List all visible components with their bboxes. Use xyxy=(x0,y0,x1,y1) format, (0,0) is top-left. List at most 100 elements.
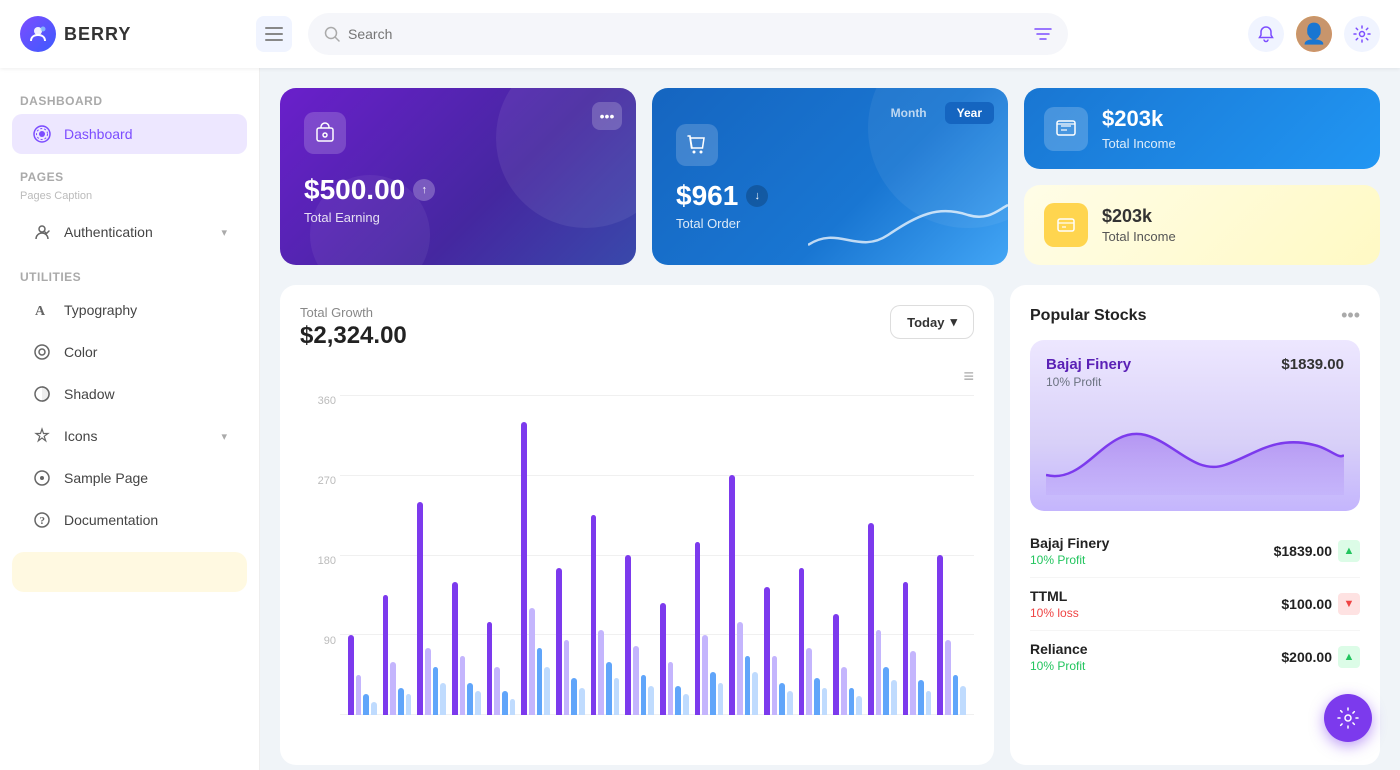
bottom-section: Total Growth $2,324.00 Today ▾ ≡ 360 270… xyxy=(280,285,1380,765)
reliance-profit: 10% Profit xyxy=(1030,659,1088,673)
today-button[interactable]: Today ▾ xyxy=(890,305,974,339)
bar-blue-8 xyxy=(641,675,647,715)
documentation-icon: ? xyxy=(32,510,52,530)
header: BERRY xyxy=(0,0,1400,68)
bar-purple-9 xyxy=(660,603,666,715)
bar-light-blue-0 xyxy=(371,702,377,715)
bar-purple-17 xyxy=(937,555,943,715)
income-top-info: $203k Total Income xyxy=(1102,106,1176,151)
bar-purple-6 xyxy=(556,568,562,715)
bar-purple-3 xyxy=(452,582,458,715)
y-axis-labels: 360 270 180 90 xyxy=(300,395,336,715)
bar-purple-5 xyxy=(521,422,527,715)
bajaj-profit: 10% Profit xyxy=(1030,553,1109,567)
reliance-value: $200.00 xyxy=(1281,649,1332,665)
bar-light-blue-17 xyxy=(960,686,966,715)
avatar-image xyxy=(1296,16,1332,52)
sidebar-item-icons[interactable]: Icons ▾ xyxy=(12,416,247,456)
sidebar-item-shadow[interactable]: Shadow xyxy=(12,374,247,414)
bar-blue-3 xyxy=(467,683,473,715)
bar-light-blue-9 xyxy=(683,694,689,715)
order-toggle-month[interactable]: Month xyxy=(879,102,939,124)
bar-purple-14 xyxy=(833,614,839,715)
stocks-title: Popular Stocks xyxy=(1030,307,1146,325)
authentication-icon xyxy=(32,222,52,242)
bajaj-trend-icon: ▲ xyxy=(1338,540,1360,562)
bar-blue-0 xyxy=(363,694,369,715)
bar-light-blue-8 xyxy=(648,686,654,715)
search-area xyxy=(308,13,1068,55)
earning-menu-button[interactable]: ••• xyxy=(592,102,622,130)
chart-menu-icon[interactable]: ≡ xyxy=(300,366,974,387)
order-amount: $961 xyxy=(676,180,738,212)
income-top-label: Total Income xyxy=(1102,136,1176,151)
bar-purple-2 xyxy=(417,502,423,715)
chart-title-area: Total Growth $2,324.00 xyxy=(300,305,407,350)
stock-list-item-bajaj[interactable]: Bajaj Finery 10% Profit $1839.00 ▲ xyxy=(1030,525,1360,578)
fab-button[interactable] xyxy=(1324,694,1372,742)
icons-label: Icons xyxy=(64,428,97,444)
color-icon xyxy=(32,342,52,362)
bar-light-blue-12 xyxy=(787,691,793,715)
sidebar-item-sample-page[interactable]: Sample Page xyxy=(12,458,247,498)
earning-icon-btn[interactable] xyxy=(304,112,346,154)
bar-purple-8 xyxy=(625,555,631,715)
order-toggle-year[interactable]: Year xyxy=(945,102,994,124)
bar-blue-7 xyxy=(606,662,612,715)
bar-light-blue-6 xyxy=(579,688,585,715)
notification-button[interactable] xyxy=(1248,16,1284,52)
bar-light-blue-4 xyxy=(510,699,516,715)
ttml-loss: 10% loss xyxy=(1030,606,1079,620)
reliance-name: Reliance xyxy=(1030,641,1088,657)
stocks-header: Popular Stocks ••• xyxy=(1030,305,1360,326)
icons-icon xyxy=(32,426,52,446)
y-label-270: 270 xyxy=(300,475,336,487)
bar-group-7 xyxy=(591,515,620,715)
bar-blue-14 xyxy=(849,688,855,715)
ttml-value: $100.00 xyxy=(1281,596,1332,612)
bar-blue-4 xyxy=(502,691,508,715)
search-input[interactable] xyxy=(348,26,1026,42)
bar-blue-17 xyxy=(953,675,959,715)
sidebar: Dashboard Dashboard Pages Pages Caption xyxy=(0,68,260,770)
bar-light-blue-2 xyxy=(440,683,446,715)
sidebar-item-documentation[interactable]: ? Documentation xyxy=(12,500,247,540)
filter-icon[interactable] xyxy=(1034,26,1052,42)
stock-list-info-reliance: Reliance 10% Profit xyxy=(1030,641,1088,673)
documentation-label: Documentation xyxy=(64,512,158,528)
sidebar-item-typography[interactable]: A Typography xyxy=(12,290,247,330)
hamburger-button[interactable] xyxy=(256,16,292,52)
sidebar-item-dashboard[interactable]: Dashboard xyxy=(12,114,247,154)
sidebar-item-authentication[interactable]: Authentication ▾ xyxy=(12,212,247,252)
settings-button[interactable] xyxy=(1344,16,1380,52)
avatar[interactable] xyxy=(1296,16,1332,52)
bar-light-purple-14 xyxy=(841,667,847,715)
bar-group-9 xyxy=(660,603,689,715)
stock-list-info-ttml: TTML 10% loss xyxy=(1030,588,1079,620)
bar-blue-5 xyxy=(537,648,543,715)
bajaj-value-row: $1839.00 ▲ xyxy=(1274,540,1360,562)
bar-purple-12 xyxy=(764,587,770,715)
order-icon-btn[interactable] xyxy=(676,124,718,166)
stock-list-item-reliance[interactable]: Reliance 10% Profit $200.00 ▲ xyxy=(1030,631,1360,683)
sidebar-item-color[interactable]: Color xyxy=(12,332,247,372)
stock-list-item-ttml[interactable]: TTML 10% loss $100.00 ▼ xyxy=(1030,578,1360,631)
bar-light-purple-1 xyxy=(390,662,396,715)
stocks-menu-icon[interactable]: ••• xyxy=(1341,305,1360,326)
order-card: Month Year $961 xyxy=(652,88,1008,265)
bars-container xyxy=(340,395,974,715)
bar-light-purple-6 xyxy=(564,640,570,715)
bar-group-13 xyxy=(799,568,828,715)
bar-blue-6 xyxy=(571,678,577,715)
bar-group-10 xyxy=(695,542,724,715)
bar-group-5 xyxy=(521,422,550,715)
bar-light-purple-0 xyxy=(356,675,362,715)
svg-text:?: ? xyxy=(40,515,46,527)
featured-stock-chart xyxy=(1046,405,1344,495)
authentication-label: Authentication xyxy=(64,224,153,240)
typography-label: Typography xyxy=(64,302,137,318)
bar-blue-15 xyxy=(883,667,889,715)
bar-light-purple-10 xyxy=(702,635,708,715)
bajaj-name: Bajaj Finery xyxy=(1030,535,1109,551)
bar-light-blue-13 xyxy=(822,688,828,715)
